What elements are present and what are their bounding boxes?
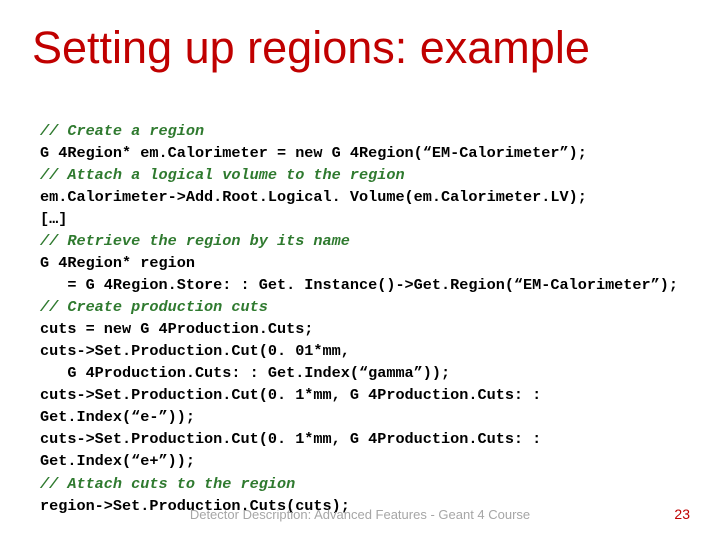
code-block: // Create a region G 4Region* em.Calorim… [40,120,680,517]
code-line: cuts = new G 4Production.Cuts; [40,320,313,338]
code-line: G 4Region* em.Calorimeter = new G 4Regio… [40,144,587,162]
code-line: // Create a region [40,122,204,140]
code-line: // Attach a logical volume to the region [40,166,405,184]
code-line: G 4Production.Cuts: : Get.Index(“gamma”)… [40,364,450,382]
code-line: // Create production cuts [40,298,268,316]
code-line: em.Calorimeter->Add.Root.Logical. Volume… [40,188,587,206]
code-line: […] [40,210,67,228]
code-line: // Retrieve the region by its name [40,232,350,250]
code-line: cuts->Set.Production.Cut(0. 1*mm, G 4Pro… [40,386,550,426]
page-number: 23 [674,506,690,522]
code-line: cuts->Set.Production.Cut(0. 01*mm, [40,342,350,360]
slide: Setting up regions: example // Create a … [0,0,720,540]
code-line: G 4Region* region [40,254,195,272]
code-line: cuts->Set.Production.Cut(0. 1*mm, G 4Pro… [40,430,550,470]
slide-title: Setting up regions: example [32,22,688,74]
code-line: = G 4Region.Store: : Get. Instance()->Ge… [40,276,678,294]
code-line: // Attach cuts to the region [40,475,295,493]
footer-text: Detector Description: Advanced Features … [0,507,720,522]
